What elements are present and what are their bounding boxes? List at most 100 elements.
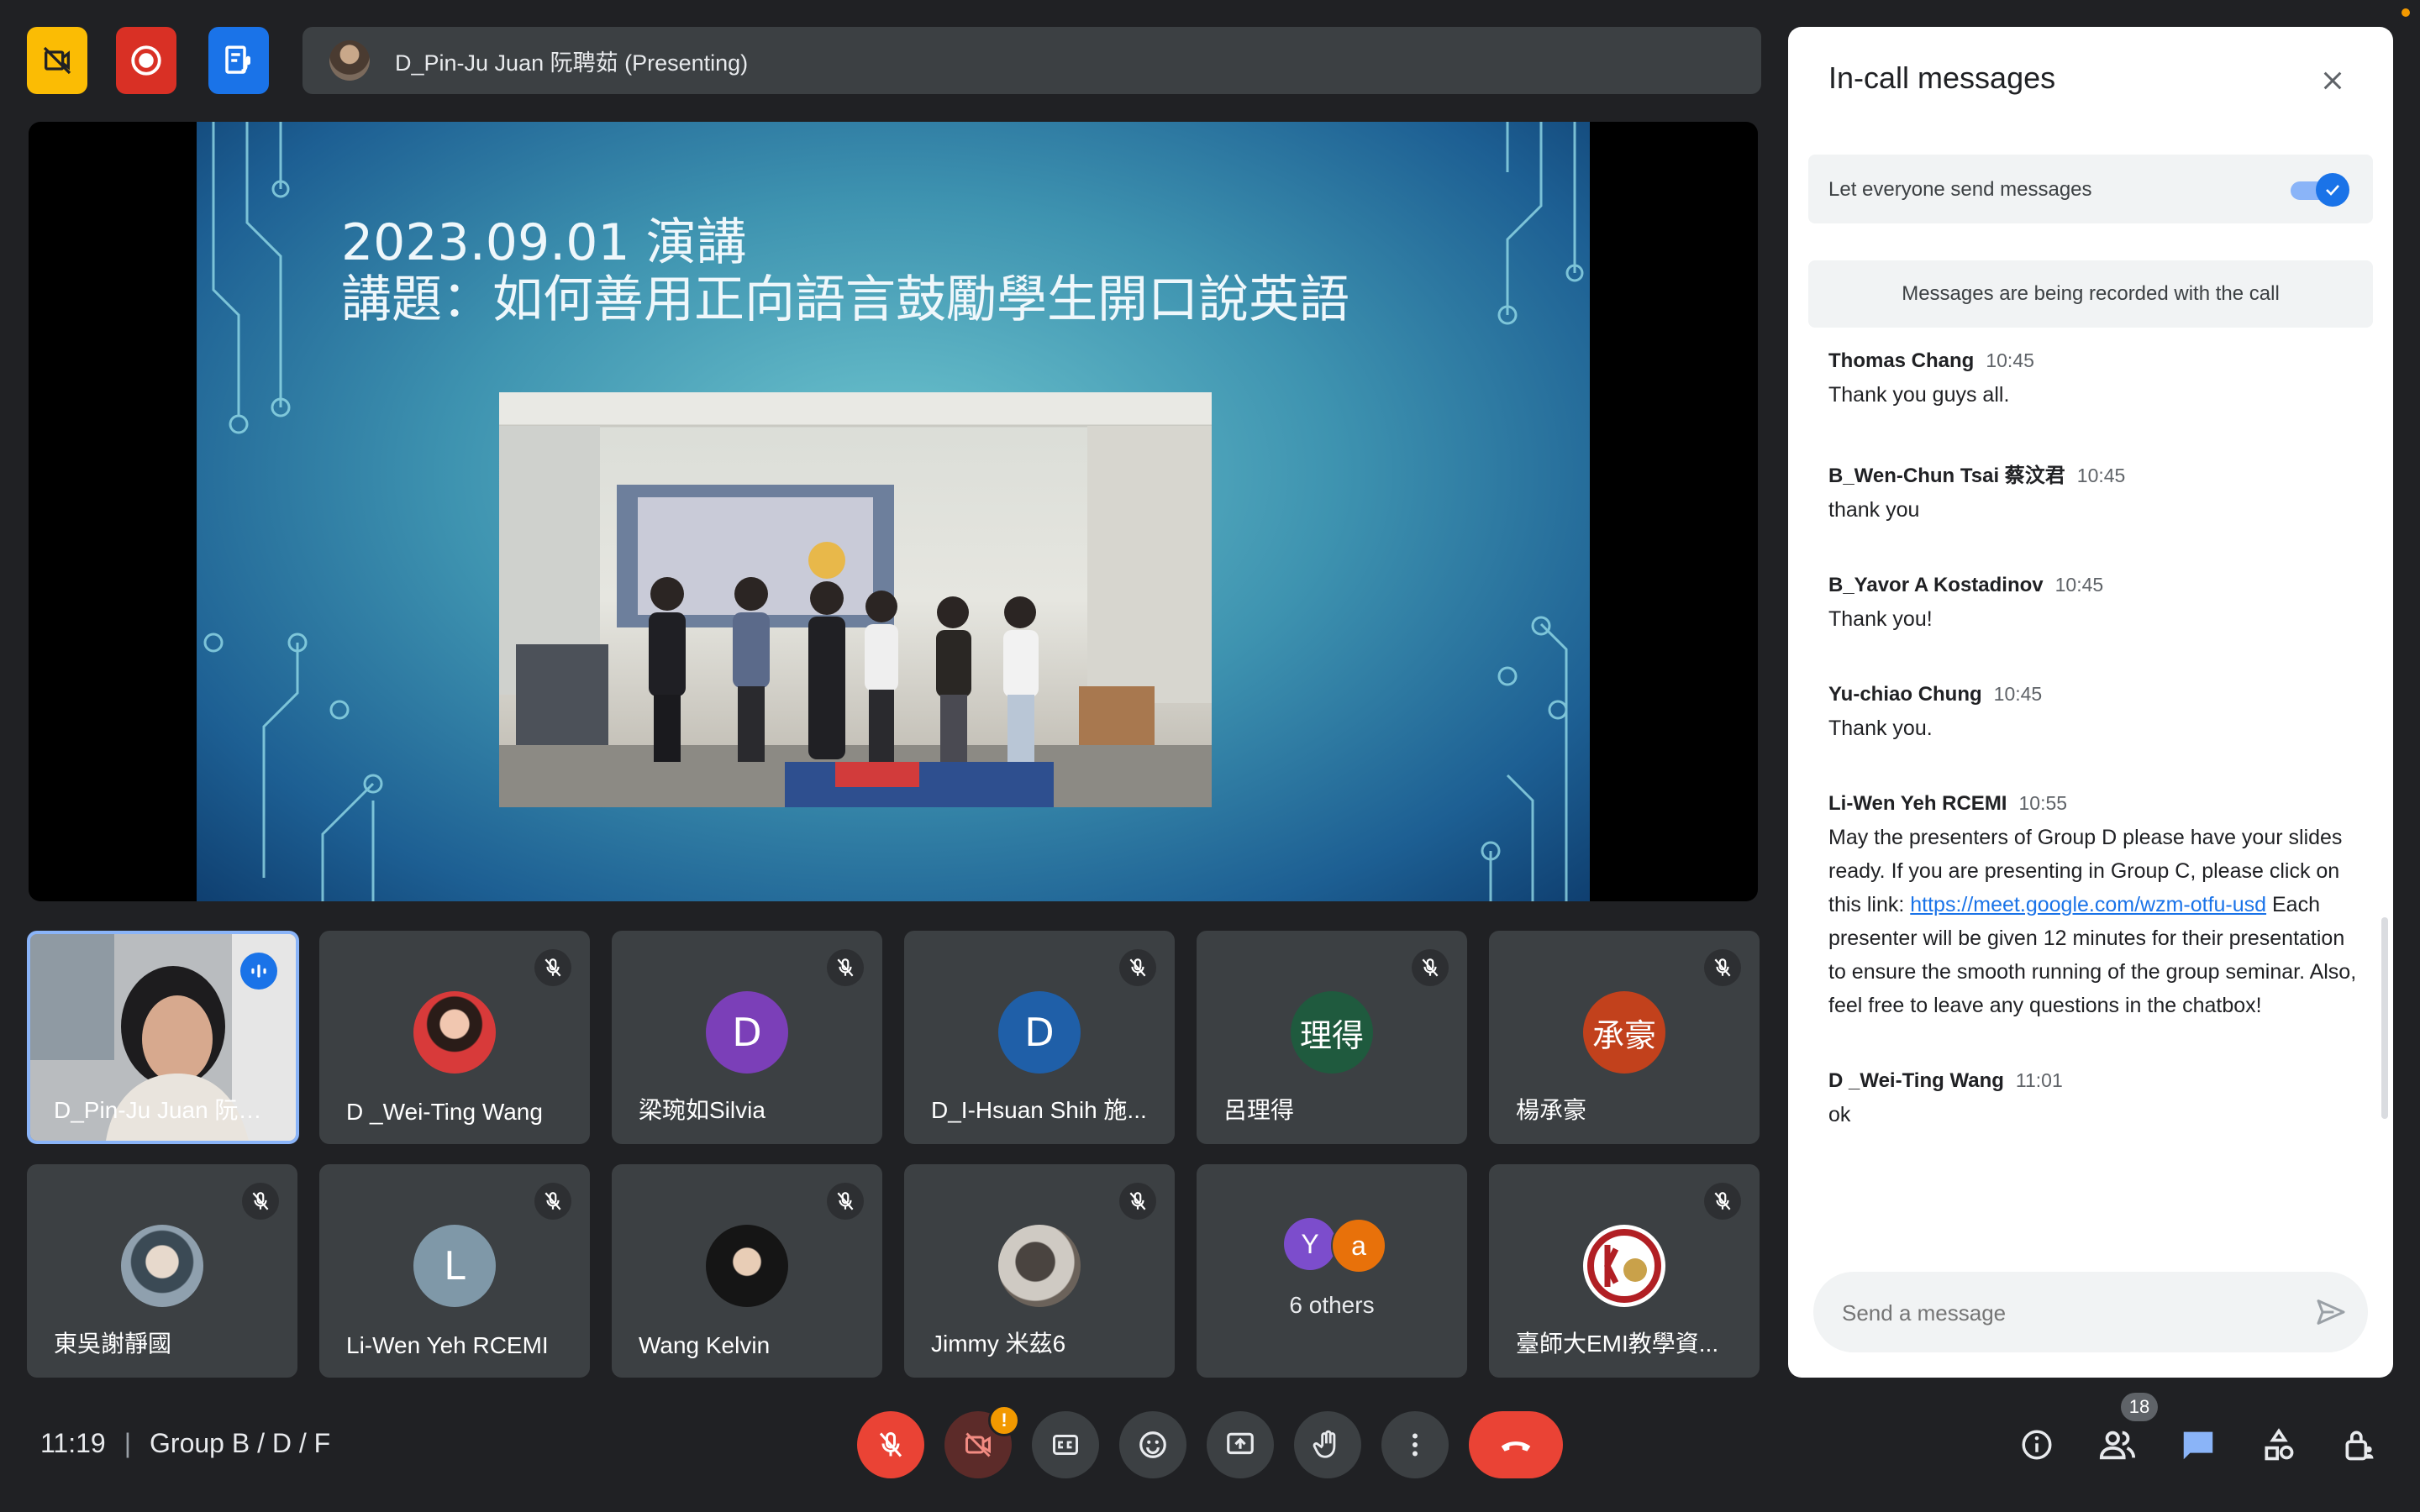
toggle-thumb xyxy=(2316,173,2349,207)
chat-message: B_Wen-Chun Tsai 蔡汶君 10:45 thank you xyxy=(1828,459,2358,527)
close-panel-button[interactable] xyxy=(2312,60,2353,101)
notification-dot xyxy=(2402,8,2410,17)
slide-photo xyxy=(499,392,1212,807)
message-input[interactable] xyxy=(1840,1292,2297,1334)
presentation-stage[interactable]: 2023.09.01 演講 講題：如何善用正向語言鼓勵學生開口說英語 xyxy=(29,122,1758,901)
participant-name: D_I-Hsuan Shih 施... xyxy=(931,1097,1147,1123)
others-avatar: Y xyxy=(1284,1218,1336,1270)
no-video-icon xyxy=(43,46,71,75)
participant-avatar xyxy=(706,1225,788,1307)
send-icon xyxy=(2317,1299,2345,1325)
reactions-button[interactable] xyxy=(1119,1411,1186,1478)
message-sender: B_Yavor A Kostadinov xyxy=(1828,574,2044,596)
mic-off-icon xyxy=(827,949,864,986)
more-vert-icon xyxy=(1413,1433,1418,1457)
mic-off-icon xyxy=(242,1183,279,1220)
message-sender: B_Wen-Chun Tsai 蔡汶君 xyxy=(1828,465,2065,487)
participant-tile[interactable]: 承豪 楊承豪 xyxy=(1489,931,1760,1144)
present-button[interactable] xyxy=(1207,1411,1274,1478)
participant-tile[interactable]: Jimmy 米茲6 xyxy=(904,1164,1175,1378)
participant-tile[interactable]: D 梁琬如Silvia xyxy=(612,931,882,1144)
slide-title-line1: 2023.09.01 演講 xyxy=(341,213,747,272)
participant-name: 東吳謝靜國 xyxy=(54,1331,172,1357)
participant-avatar: 承豪 xyxy=(1583,991,1665,1074)
participant-avatar xyxy=(1583,1225,1665,1307)
participant-tile[interactable]: D D_I-Hsuan Shih 施... xyxy=(904,931,1175,1144)
chat-message: B_Yavor A Kostadinov 10:45 Thank you! xyxy=(1828,574,2358,636)
meet-link[interactable]: https://meet.google.com/wzm-otfu-usd xyxy=(1910,893,2266,916)
raise-hand-button[interactable] xyxy=(1294,1411,1361,1478)
mic-off-icon xyxy=(1412,949,1449,986)
message-sender: D _Wei-Ting Wang xyxy=(1828,1069,2004,1092)
message-sender: Yu-chiao Chung xyxy=(1828,683,1982,706)
send-button[interactable] xyxy=(2311,1292,2351,1332)
chat-icon xyxy=(2183,1431,2213,1460)
record-icon xyxy=(131,45,161,76)
mic-toggle-button[interactable] xyxy=(857,1411,924,1478)
recording-button[interactable] xyxy=(116,27,176,94)
mic-off-icon xyxy=(534,949,571,986)
mic-off-icon xyxy=(827,1183,864,1220)
meeting-info: 11:19 | Group B / D / F xyxy=(40,1428,330,1459)
slide-title: 2023.09.01 演講 講題：如何善用正向語言鼓勵學生開口說英語 xyxy=(341,214,1349,328)
mic-off-icon xyxy=(1704,949,1741,986)
participant-tile[interactable]: D_Pin-Ju Juan 阮聘茹 xyxy=(27,931,299,1144)
participant-avatar xyxy=(413,991,496,1074)
participant-tile[interactable]: 臺師大EMI教學資... xyxy=(1489,1164,1760,1378)
group-photo xyxy=(499,392,1212,807)
panel-title: In-call messages xyxy=(1828,60,2056,95)
toggle-label: Let everyone send messages xyxy=(1828,178,2092,201)
participant-tile[interactable]: 理得 呂理得 xyxy=(1197,931,1467,1144)
message-sender: Li-Wen Yeh RCEMI xyxy=(1828,792,2007,815)
people-button[interactable]: 18 xyxy=(2092,1393,2158,1470)
activities-button[interactable] xyxy=(2254,1420,2304,1470)
present-screen-icon xyxy=(1227,1432,1254,1455)
leave-call-button[interactable] xyxy=(1469,1411,1563,1478)
participant-name: Wang Kelvin xyxy=(639,1332,771,1358)
presentation-slide: 2023.09.01 演講 講題：如何善用正向語言鼓勵學生開口說英語 xyxy=(197,122,1590,901)
presenter-bar[interactable]: D_Pin-Ju Juan 阮聘茹 (Presenting) xyxy=(302,27,1761,94)
participant-name: 梁琬如Silvia xyxy=(639,1097,765,1123)
participant-name: 呂理得 xyxy=(1223,1097,1295,1123)
more-options-button[interactable] xyxy=(1381,1411,1449,1478)
chat-button[interactable] xyxy=(2173,1420,2223,1470)
mic-off-icon xyxy=(1119,1183,1156,1220)
people-icon xyxy=(2099,1431,2136,1460)
captions-button[interactable] xyxy=(1032,1411,1099,1478)
camera-off-icon xyxy=(965,1432,991,1457)
others-tile[interactable]: Y a 6 others xyxy=(1197,1164,1467,1378)
avatar-letter: D xyxy=(732,1010,762,1055)
info-icon xyxy=(2022,1430,2052,1460)
lock-person-icon xyxy=(2345,1431,2374,1461)
participant-tile[interactable]: D _Wei-Ting Wang xyxy=(319,931,590,1144)
participant-tile[interactable]: Wang Kelvin xyxy=(612,1164,882,1378)
message-text: Thank you. xyxy=(1828,717,1933,740)
transcript-button[interactable] xyxy=(208,27,269,94)
close-icon xyxy=(2323,71,2342,90)
messages-scrollbar[interactable] xyxy=(2381,917,2388,1119)
message-text: thank you xyxy=(1828,498,1920,522)
check-icon xyxy=(2326,185,2339,196)
camera-toggle-button[interactable]: ! xyxy=(944,1404,1020,1478)
message-text: ok xyxy=(1828,1103,1851,1126)
host-controls-button[interactable] xyxy=(2334,1420,2385,1470)
participant-tile[interactable]: L Li-Wen Yeh RCEMI xyxy=(319,1164,590,1378)
avatar-letter: L xyxy=(444,1243,466,1289)
chat-message: D _Wei-Ting Wang 11:01 ok xyxy=(1828,1069,2358,1131)
message-time: 10:45 xyxy=(2076,465,2126,486)
message-time: 11:01 xyxy=(2015,1069,2063,1091)
participant-name: D _Wei-Ting Wang xyxy=(346,1099,543,1125)
message-time: 10:55 xyxy=(2018,792,2068,814)
warning-badge-icon: ! xyxy=(988,1404,1020,1436)
in-call-messages-panel: In-call messages Let everyone send messa… xyxy=(1788,27,2393,1378)
others-count-label: 6 others xyxy=(1289,1292,1375,1318)
messages-toggle[interactable] xyxy=(2291,173,2349,207)
no-video-icon-button[interactable] xyxy=(27,27,87,94)
participant-tile[interactable]: 東吳謝靜國 xyxy=(27,1164,297,1378)
participant-avatar: L xyxy=(413,1225,496,1307)
raise-hand-icon xyxy=(1313,1430,1336,1458)
speaking-indicator xyxy=(240,953,277,990)
participant-name: Jimmy 米茲6 xyxy=(931,1331,1066,1357)
meeting-details-button[interactable] xyxy=(2012,1420,2062,1470)
audio-level-icon xyxy=(251,964,266,978)
